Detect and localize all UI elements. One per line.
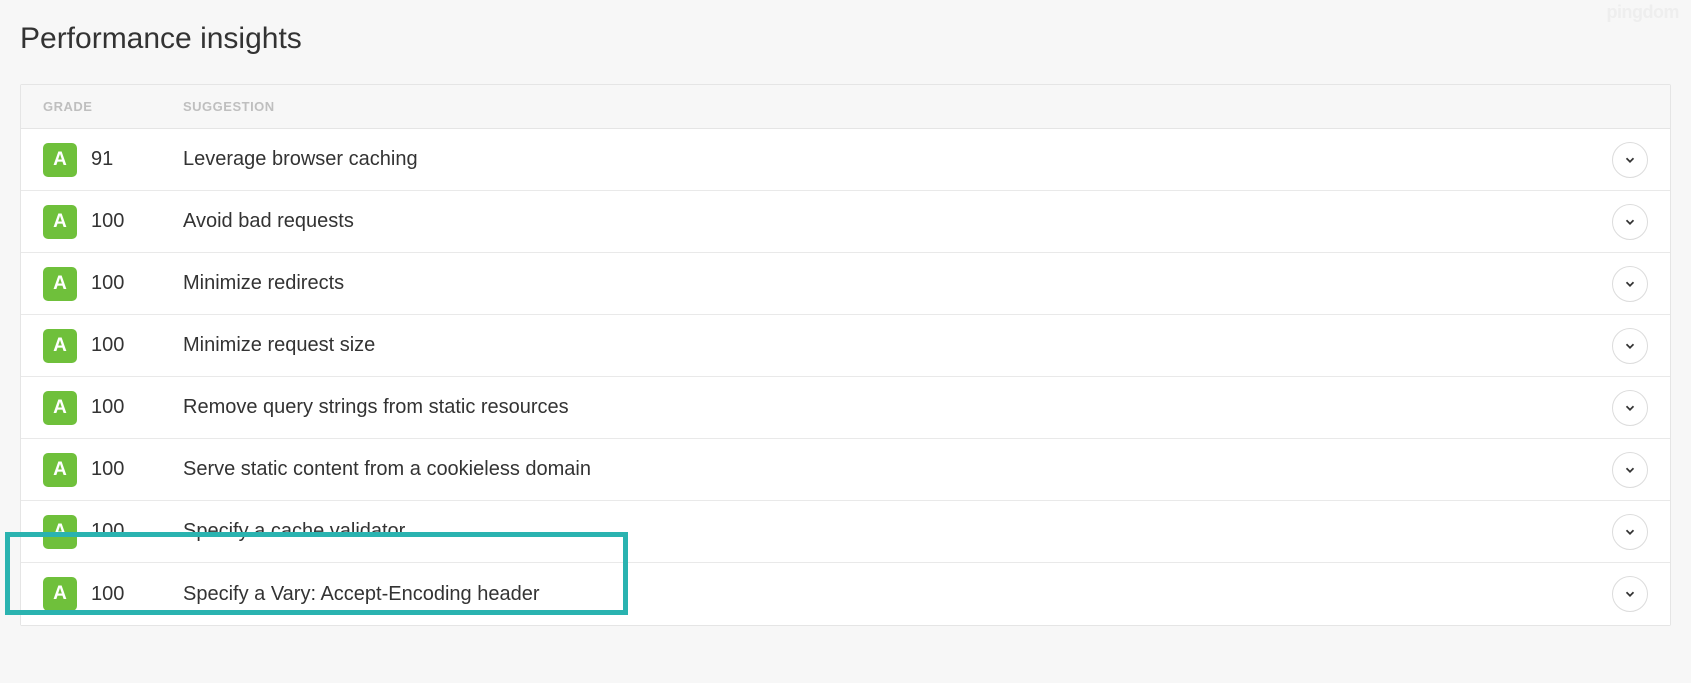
grade-cell: A 100 bbox=[43, 329, 183, 363]
grade-score: 100 bbox=[91, 272, 124, 295]
page-title: Performance insights bbox=[20, 22, 1671, 56]
expand-cell bbox=[1612, 328, 1648, 364]
grade-cell: A 100 bbox=[43, 205, 183, 239]
page-container: Performance insights GRADE SUGGESTION A … bbox=[0, 0, 1691, 656]
table-row[interactable]: A 91 Leverage browser caching bbox=[21, 129, 1670, 191]
expand-cell bbox=[1612, 576, 1648, 612]
grade-badge: A bbox=[43, 577, 77, 611]
grade-cell: A 100 bbox=[43, 515, 183, 549]
grade-badge: A bbox=[43, 143, 77, 177]
grade-badge: A bbox=[43, 453, 77, 487]
chevron-down-icon bbox=[1623, 401, 1637, 415]
insights-table: GRADE SUGGESTION A 91 Leverage browser c… bbox=[20, 84, 1671, 626]
chevron-down-icon bbox=[1623, 463, 1637, 477]
grade-badge: A bbox=[43, 329, 77, 363]
table-row[interactable]: A 100 Specify a cache validator bbox=[21, 501, 1670, 563]
watermark-text: pingdom bbox=[1607, 2, 1679, 23]
header-grade: GRADE bbox=[43, 99, 183, 114]
grade-cell: A 100 bbox=[43, 267, 183, 301]
grade-score: 100 bbox=[91, 520, 124, 543]
suggestion-text: Remove query strings from static resourc… bbox=[183, 396, 1612, 419]
grade-cell: A 100 bbox=[43, 453, 183, 487]
grade-cell: A 91 bbox=[43, 143, 183, 177]
grade-score: 100 bbox=[91, 583, 124, 606]
expand-button[interactable] bbox=[1612, 328, 1648, 364]
suggestion-text: Specify a Vary: Accept-Encoding header bbox=[183, 583, 1612, 606]
grade-badge: A bbox=[43, 391, 77, 425]
grade-score: 91 bbox=[91, 148, 113, 171]
chevron-down-icon bbox=[1623, 339, 1637, 353]
expand-cell bbox=[1612, 204, 1648, 240]
grade-cell: A 100 bbox=[43, 391, 183, 425]
table-row[interactable]: A 100 Avoid bad requests bbox=[21, 191, 1670, 253]
grade-score: 100 bbox=[91, 458, 124, 481]
expand-button[interactable] bbox=[1612, 514, 1648, 550]
grade-badge: A bbox=[43, 515, 77, 549]
grade-badge: A bbox=[43, 205, 77, 239]
suggestion-text: Serve static content from a cookieless d… bbox=[183, 458, 1612, 481]
expand-button[interactable] bbox=[1612, 142, 1648, 178]
chevron-down-icon bbox=[1623, 277, 1637, 291]
suggestion-text: Minimize redirects bbox=[183, 272, 1612, 295]
table-row[interactable]: A 100 Remove query strings from static r… bbox=[21, 377, 1670, 439]
suggestion-text: Minimize request size bbox=[183, 334, 1612, 357]
chevron-down-icon bbox=[1623, 525, 1637, 539]
table-row[interactable]: A 100 Serve static content from a cookie… bbox=[21, 439, 1670, 501]
expand-button[interactable] bbox=[1612, 576, 1648, 612]
expand-cell bbox=[1612, 390, 1648, 426]
expand-button[interactable] bbox=[1612, 390, 1648, 426]
expand-cell bbox=[1612, 514, 1648, 550]
suggestion-text: Specify a cache validator bbox=[183, 520, 1612, 543]
chevron-down-icon bbox=[1623, 215, 1637, 229]
expand-button[interactable] bbox=[1612, 266, 1648, 302]
expand-cell bbox=[1612, 452, 1648, 488]
table-row[interactable]: A 100 Minimize redirects bbox=[21, 253, 1670, 315]
suggestion-text: Leverage browser caching bbox=[183, 148, 1612, 171]
grade-score: 100 bbox=[91, 210, 124, 233]
grade-cell: A 100 bbox=[43, 577, 183, 611]
suggestion-text: Avoid bad requests bbox=[183, 210, 1612, 233]
expand-cell bbox=[1612, 266, 1648, 302]
header-suggestion: SUGGESTION bbox=[183, 99, 1648, 114]
chevron-down-icon bbox=[1623, 153, 1637, 167]
expand-cell bbox=[1612, 142, 1648, 178]
grade-score: 100 bbox=[91, 396, 124, 419]
table-row[interactable]: A 100 Minimize request size bbox=[21, 315, 1670, 377]
expand-button[interactable] bbox=[1612, 204, 1648, 240]
expand-button[interactable] bbox=[1612, 452, 1648, 488]
table-row[interactable]: A 100 Specify a Vary: Accept-Encoding he… bbox=[21, 563, 1670, 625]
chevron-down-icon bbox=[1623, 587, 1637, 601]
grade-score: 100 bbox=[91, 334, 124, 357]
table-header: GRADE SUGGESTION bbox=[21, 85, 1670, 129]
grade-badge: A bbox=[43, 267, 77, 301]
